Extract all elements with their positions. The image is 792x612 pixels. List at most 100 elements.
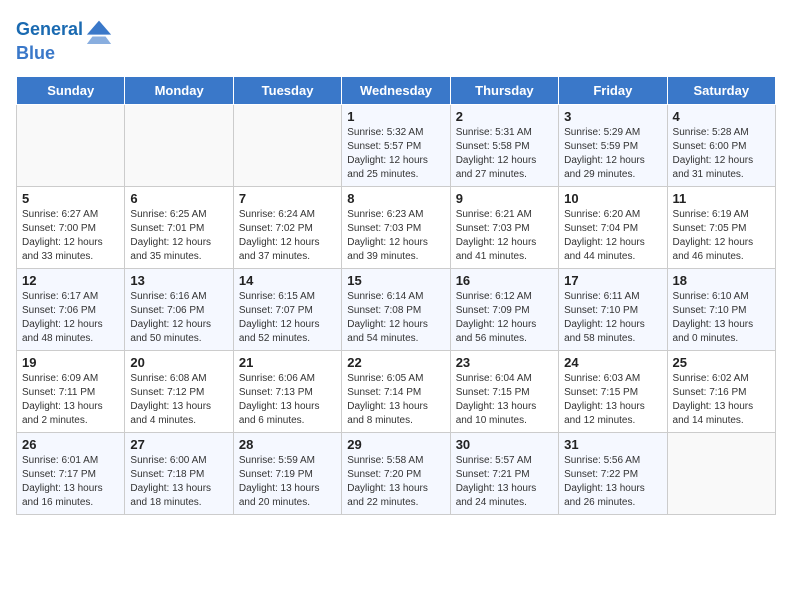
day-number: 22 [347, 355, 444, 370]
day-cell: 29 Sunrise: 5:58 AM Sunset: 7:20 PM Dayli… [342, 432, 450, 514]
day-number: 29 [347, 437, 444, 452]
day-cell: 3 Sunrise: 5:29 AM Sunset: 5:59 PM Daylig… [559, 104, 667, 186]
day-cell: 30 Sunrise: 5:57 AM Sunset: 7:21 PM Dayli… [450, 432, 558, 514]
day-info: Sunrise: 6:17 AM Sunset: 7:06 PM Dayligh… [22, 290, 119, 346]
day-info: Sunrise: 5:31 AM Sunset: 5:58 PM Dayligh… [456, 126, 553, 182]
day-number: 24 [564, 355, 661, 370]
day-info: Sunrise: 5:58 AM Sunset: 7:20 PM Dayligh… [347, 454, 444, 510]
day-info: Sunrise: 6:02 AM Sunset: 7:16 PM Dayligh… [673, 372, 770, 428]
day-info: Sunrise: 5:28 AM Sunset: 6:00 PM Dayligh… [673, 126, 770, 182]
day-cell: 5 Sunrise: 6:27 AM Sunset: 7:00 PM Daylig… [17, 186, 125, 268]
day-cell: 14Sunrise: 6:15 AM Sunset: 7:07 PM Dayli… [233, 268, 341, 350]
day-info: Sunrise: 6:14 AM Sunset: 7:08 PM Dayligh… [347, 290, 444, 346]
day-cell: 18Sunrise: 6:10 AM Sunset: 7:10 PM Dayli… [667, 268, 775, 350]
day-number: 4 [673, 109, 770, 124]
day-info: Sunrise: 6:06 AM Sunset: 7:13 PM Dayligh… [239, 372, 336, 428]
day-cell: 17 Sunrise: 6:11 AM Sunset: 7:10 PM Dayli… [559, 268, 667, 350]
day-info: Sunrise: 5:59 AM Sunset: 7:19 PM Dayligh… [239, 454, 336, 510]
day-cell [125, 104, 233, 186]
week-row-1: 1Sunrise: 5:32 AM Sunset: 5:57 PM Daylig… [17, 104, 776, 186]
day-info: Sunrise: 5:57 AM Sunset: 7:21 PM Dayligh… [456, 454, 553, 510]
calendar-header: SundayMondayTuesdayWednesdayThursdayFrid… [17, 76, 776, 104]
day-cell: 28Sunrise: 5:59 AM Sunset: 7:19 PM Dayli… [233, 432, 341, 514]
day-cell: 9Sunrise: 6:21 AM Sunset: 7:03 PM Daylig… [450, 186, 558, 268]
day-info: Sunrise: 6:15 AM Sunset: 7:07 PM Dayligh… [239, 290, 336, 346]
week-row-3: 12 Sunrise: 6:17 AM Sunset: 7:06 PM Dayli… [17, 268, 776, 350]
day-info: Sunrise: 6:27 AM Sunset: 7:00 PM Dayligh… [22, 208, 119, 264]
calendar-body: 1Sunrise: 5:32 AM Sunset: 5:57 PM Daylig… [17, 104, 776, 514]
day-of-week-friday: Friday [559, 76, 667, 104]
day-info: Sunrise: 6:16 AM Sunset: 7:06 PM Dayligh… [130, 290, 227, 346]
day-number: 17 [564, 273, 661, 288]
day-number: 5 [22, 191, 119, 206]
day-cell [17, 104, 125, 186]
day-info: Sunrise: 6:12 AM Sunset: 7:09 PM Dayligh… [456, 290, 553, 346]
day-info: Sunrise: 5:32 AM Sunset: 5:57 PM Dayligh… [347, 126, 444, 182]
day-cell: 10 Sunrise: 6:20 AM Sunset: 7:04 PM Dayli… [559, 186, 667, 268]
day-number: 26 [22, 437, 119, 452]
day-number: 15 [347, 273, 444, 288]
day-cell: 1Sunrise: 5:32 AM Sunset: 5:57 PM Daylig… [342, 104, 450, 186]
days-of-week-row: SundayMondayTuesdayWednesdayThursdayFrid… [17, 76, 776, 104]
day-of-week-thursday: Thursday [450, 76, 558, 104]
day-cell: 8 Sunrise: 6:23 AM Sunset: 7:03 PM Daylig… [342, 186, 450, 268]
day-info: Sunrise: 6:05 AM Sunset: 7:14 PM Dayligh… [347, 372, 444, 428]
day-of-week-wednesday: Wednesday [342, 76, 450, 104]
day-number: 12 [22, 273, 119, 288]
day-cell: 31Sunrise: 5:56 AM Sunset: 7:22 PM Dayli… [559, 432, 667, 514]
day-cell: 4 Sunrise: 5:28 AM Sunset: 6:00 PM Daylig… [667, 104, 775, 186]
day-info: Sunrise: 6:10 AM Sunset: 7:10 PM Dayligh… [673, 290, 770, 346]
day-info: Sunrise: 6:19 AM Sunset: 7:05 PM Dayligh… [673, 208, 770, 264]
day-number: 6 [130, 191, 227, 206]
day-number: 20 [130, 355, 227, 370]
day-of-week-saturday: Saturday [667, 76, 775, 104]
day-info: Sunrise: 6:08 AM Sunset: 7:12 PM Dayligh… [130, 372, 227, 428]
day-info: Sunrise: 6:04 AM Sunset: 7:15 PM Dayligh… [456, 372, 553, 428]
day-info: Sunrise: 6:03 AM Sunset: 7:15 PM Dayligh… [564, 372, 661, 428]
day-cell: 7Sunrise: 6:24 AM Sunset: 7:02 PM Daylig… [233, 186, 341, 268]
day-info: Sunrise: 5:29 AM Sunset: 5:59 PM Dayligh… [564, 126, 661, 182]
day-info: Sunrise: 6:24 AM Sunset: 7:02 PM Dayligh… [239, 208, 336, 264]
day-cell: 15 Sunrise: 6:14 AM Sunset: 7:08 PM Dayli… [342, 268, 450, 350]
day-cell: 11 Sunrise: 6:19 AM Sunset: 7:05 PM Dayli… [667, 186, 775, 268]
day-cell: 16Sunrise: 6:12 AM Sunset: 7:09 PM Dayli… [450, 268, 558, 350]
day-number: 30 [456, 437, 553, 452]
day-cell: 24 Sunrise: 6:03 AM Sunset: 7:15 PM Dayli… [559, 350, 667, 432]
day-number: 3 [564, 109, 661, 124]
day-info: Sunrise: 6:09 AM Sunset: 7:11 PM Dayligh… [22, 372, 119, 428]
day-info: Sunrise: 6:23 AM Sunset: 7:03 PM Dayligh… [347, 208, 444, 264]
day-cell: 6Sunrise: 6:25 AM Sunset: 7:01 PM Daylig… [125, 186, 233, 268]
day-cell: 13 Sunrise: 6:16 AM Sunset: 7:06 PM Dayli… [125, 268, 233, 350]
day-number: 11 [673, 191, 770, 206]
day-number: 27 [130, 437, 227, 452]
logo-blue: Blue [16, 43, 55, 63]
calendar-table: SundayMondayTuesdayWednesdayThursdayFrid… [16, 76, 776, 515]
day-cell [233, 104, 341, 186]
day-cell: 21 Sunrise: 6:06 AM Sunset: 7:13 PM Dayli… [233, 350, 341, 432]
day-cell: 12 Sunrise: 6:17 AM Sunset: 7:06 PM Dayli… [17, 268, 125, 350]
day-cell [667, 432, 775, 514]
week-row-4: 19Sunrise: 6:09 AM Sunset: 7:11 PM Dayli… [17, 350, 776, 432]
day-number: 10 [564, 191, 661, 206]
day-info: Sunrise: 6:20 AM Sunset: 7:04 PM Dayligh… [564, 208, 661, 264]
week-row-2: 5 Sunrise: 6:27 AM Sunset: 7:00 PM Daylig… [17, 186, 776, 268]
logo-general: General [16, 19, 83, 39]
day-number: 31 [564, 437, 661, 452]
week-row-5: 26 Sunrise: 6:01 AM Sunset: 7:17 PM Dayli… [17, 432, 776, 514]
day-cell: 20 Sunrise: 6:08 AM Sunset: 7:12 PM Dayli… [125, 350, 233, 432]
day-number: 13 [130, 273, 227, 288]
day-of-week-tuesday: Tuesday [233, 76, 341, 104]
day-number: 2 [456, 109, 553, 124]
day-cell: 23 Sunrise: 6:04 AM Sunset: 7:15 PM Dayli… [450, 350, 558, 432]
day-info: Sunrise: 6:01 AM Sunset: 7:17 PM Dayligh… [22, 454, 119, 510]
day-number: 21 [239, 355, 336, 370]
day-number: 25 [673, 355, 770, 370]
day-cell: 26 Sunrise: 6:01 AM Sunset: 7:17 PM Dayli… [17, 432, 125, 514]
day-info: Sunrise: 6:11 AM Sunset: 7:10 PM Dayligh… [564, 290, 661, 346]
day-number: 8 [347, 191, 444, 206]
day-number: 23 [456, 355, 553, 370]
logo-text: General Blue [16, 16, 113, 64]
day-cell: 2 Sunrise: 5:31 AM Sunset: 5:58 PM Daylig… [450, 104, 558, 186]
day-cell: 22 Sunrise: 6:05 AM Sunset: 7:14 PM Dayli… [342, 350, 450, 432]
day-info: Sunrise: 6:00 AM Sunset: 7:18 PM Dayligh… [130, 454, 227, 510]
